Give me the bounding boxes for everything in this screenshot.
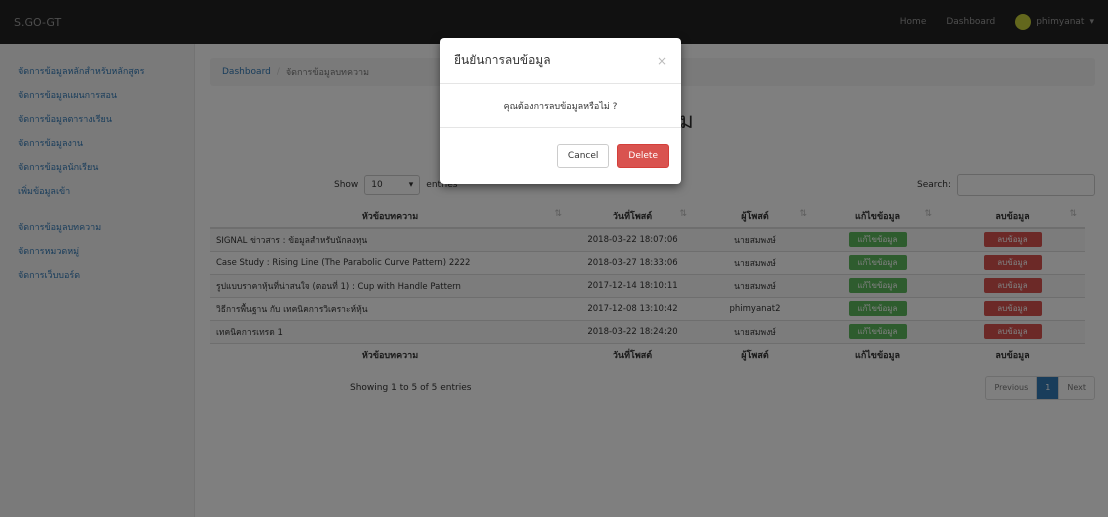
confirm-delete-modal: ยืนยันการลบข้อมูล × คุณต้องการลบข้อมูลหร… xyxy=(440,38,681,184)
modal-body: คุณต้องการลบข้อมูลหรือไม่ ? xyxy=(440,84,681,128)
modal-message: คุณต้องการลบข้อมูลหรือไม่ ? xyxy=(503,101,618,112)
modal-footer: Cancel Delete xyxy=(440,128,681,184)
close-icon[interactable]: × xyxy=(657,54,667,68)
confirm-delete-button[interactable]: Delete xyxy=(617,144,669,168)
cancel-button[interactable]: Cancel xyxy=(556,144,610,168)
modal-title: ยืนยันการลบข้อมูล xyxy=(454,53,551,67)
modal-header: ยืนยันการลบข้อมูล × xyxy=(440,38,681,84)
